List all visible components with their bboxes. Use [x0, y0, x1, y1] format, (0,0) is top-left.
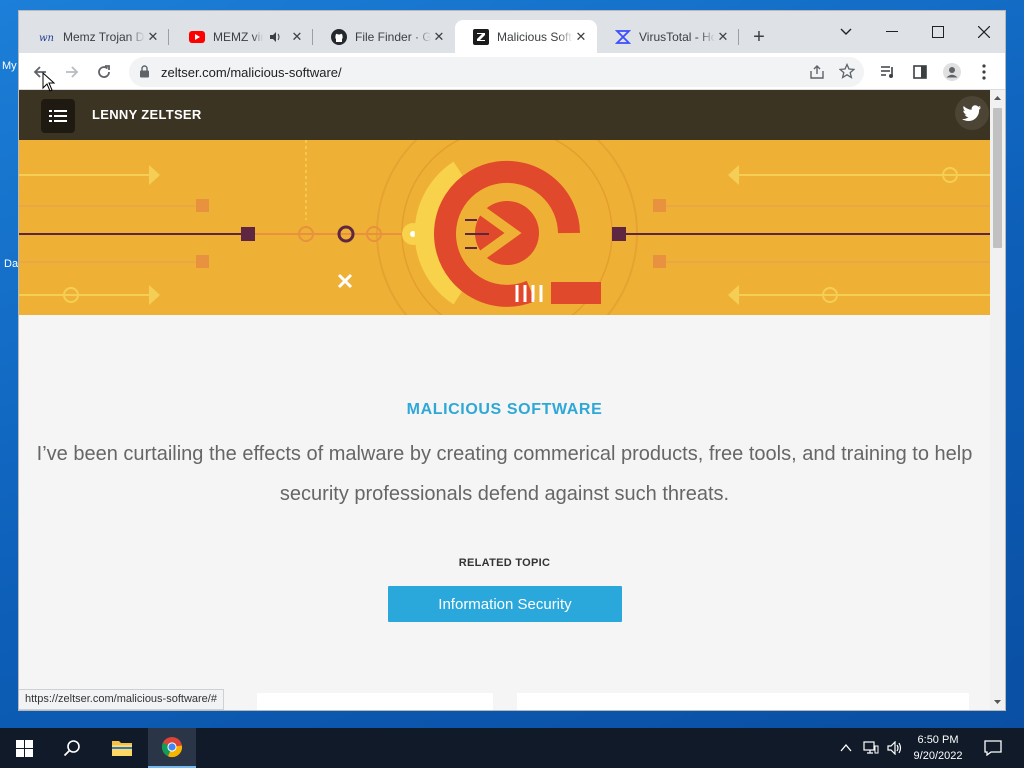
minimize-button[interactable]: [869, 17, 915, 47]
windows-logo-icon: [15, 739, 33, 757]
github-icon: [331, 28, 347, 45]
chevron-down-icon: [840, 28, 852, 35]
web-page: LENNY ZELTSER MALICIOUS SOFTWARE I’ve be…: [19, 90, 1005, 710]
forward-button[interactable]: [59, 59, 85, 85]
browser-window: wn Memz Trojan D ✕ MEMZ virus ✕ File Fin…: [18, 10, 1006, 711]
tab-virustotal[interactable]: VirusTotal - Home ✕: [597, 20, 739, 53]
avatar-icon: [943, 63, 961, 81]
tab-label: Memz Trojan D: [63, 29, 145, 44]
media-control-button[interactable]: [875, 59, 901, 85]
side-panel-icon: [913, 65, 927, 79]
tab-label: Malicious Software: [497, 29, 573, 44]
menu-button[interactable]: [971, 59, 997, 85]
close-window-button[interactable]: [961, 17, 1005, 47]
clock-time: 6:50 PM: [917, 734, 959, 746]
hero-banner: [19, 140, 990, 315]
profile-button[interactable]: [939, 59, 965, 85]
speaker-icon[interactable]: [267, 29, 283, 45]
clock-date: 9/20/2022: [913, 750, 963, 762]
start-button[interactable]: [0, 728, 48, 768]
address-bar[interactable]: zeltser.com/malicious-software/: [129, 57, 864, 87]
site-name[interactable]: LENNY ZELTSER: [92, 107, 202, 122]
virustotal-icon: [615, 29, 631, 45]
mouse-cursor-icon: [42, 72, 56, 92]
arrow-right-icon: [66, 66, 79, 78]
desktop-icon-label[interactable]: Da: [4, 258, 18, 270]
lock-icon[interactable]: [139, 65, 150, 83]
circuit-malware-illustration: [19, 140, 990, 315]
twitter-icon: [962, 104, 981, 121]
volume-icon[interactable]: [884, 728, 906, 768]
maximize-icon: [932, 26, 944, 38]
bookmark-star-icon[interactable]: [838, 62, 856, 84]
search-button[interactable]: [48, 728, 96, 768]
tab-file-finder[interactable]: File Finder · GitHub ✕: [313, 20, 455, 53]
related-topic-label: RELATED TOPIC: [458, 557, 551, 569]
chevron-up-icon: [840, 744, 852, 752]
youtube-icon: [189, 29, 205, 45]
tab-label: VirusTotal - Home: [639, 29, 715, 44]
site-menu-button[interactable]: [41, 99, 75, 133]
tab-malicious-software[interactable]: Malicious Software ✕: [455, 20, 597, 53]
network-icon[interactable]: [860, 728, 882, 768]
close-icon[interactable]: ✕: [431, 29, 447, 45]
tab-memz-virus[interactable]: MEMZ virus ✕: [171, 20, 313, 53]
search-icon: [63, 740, 80, 757]
intro-paragraph: I’ve been curtailing the effects of malw…: [36, 443, 973, 505]
notification-center-button[interactable]: [976, 728, 1010, 768]
close-icon[interactable]: ✕: [715, 29, 731, 45]
scroll-up-icon[interactable]: [990, 90, 1005, 105]
tab-strip: wn Memz Trojan D ✕ MEMZ virus ✕ File Fin…: [19, 11, 1005, 53]
chrome-icon: [161, 737, 183, 758]
tab-memz-trojan[interactable]: wn Memz Trojan D ✕: [21, 20, 169, 53]
scrollbar-thumb[interactable]: [993, 108, 1002, 248]
file-explorer-button[interactable]: [98, 728, 146, 768]
close-icon[interactable]: ✕: [289, 29, 305, 45]
system-clock[interactable]: 6:50 PM 9/20/2022: [908, 732, 968, 764]
site-header: LENNY ZELTSER: [19, 90, 990, 140]
content-card: [257, 693, 493, 710]
address-url: zeltser.com/malicious-software/: [161, 65, 342, 80]
reload-icon: [98, 65, 110, 78]
tab-separator: [168, 29, 169, 45]
playlist-icon: [881, 66, 893, 78]
side-panel-button[interactable]: [907, 59, 933, 85]
link-status-bar: https://zeltser.com/malicious-software/#: [19, 689, 224, 710]
zeltser-z-icon: [473, 28, 489, 45]
reload-button[interactable]: [91, 59, 117, 85]
more-vertical-icon: [982, 64, 986, 80]
wn-icon: wn: [39, 29, 55, 45]
browser-toolbar: zeltser.com/malicious-software/: [19, 53, 1005, 90]
new-tab-button[interactable]: +: [749, 27, 769, 47]
close-icon: [978, 26, 990, 38]
content-card: [517, 693, 969, 710]
tab-label: File Finder · GitHub: [355, 29, 431, 44]
information-security-button[interactable]: Information Security: [388, 586, 622, 622]
twitter-link[interactable]: [955, 96, 989, 130]
chrome-taskbar-button[interactable]: [148, 728, 196, 768]
maximize-button[interactable]: [915, 17, 961, 47]
tab-label: MEMZ virus: [213, 29, 263, 44]
scroll-down-icon[interactable]: [990, 694, 1005, 709]
tab-search-button[interactable]: [823, 17, 869, 47]
minimize-icon: [886, 31, 898, 32]
desktop-icon-label[interactable]: My: [2, 60, 17, 72]
page-title: MALICIOUS SOFTWARE: [406, 401, 603, 418]
show-hidden-icons-button[interactable]: [836, 728, 856, 768]
list-menu-icon: [49, 110, 67, 122]
tab-separator: [738, 29, 739, 45]
svg-text:wn: wn: [39, 33, 54, 44]
close-icon[interactable]: ✕: [145, 29, 161, 45]
notification-icon: [984, 740, 1002, 756]
taskbar: 6:50 PM 9/20/2022: [0, 728, 1024, 768]
page-scrollbar[interactable]: [990, 90, 1005, 710]
folder-icon: [112, 741, 132, 756]
share-icon[interactable]: [809, 64, 825, 85]
close-icon[interactable]: ✕: [573, 29, 589, 45]
